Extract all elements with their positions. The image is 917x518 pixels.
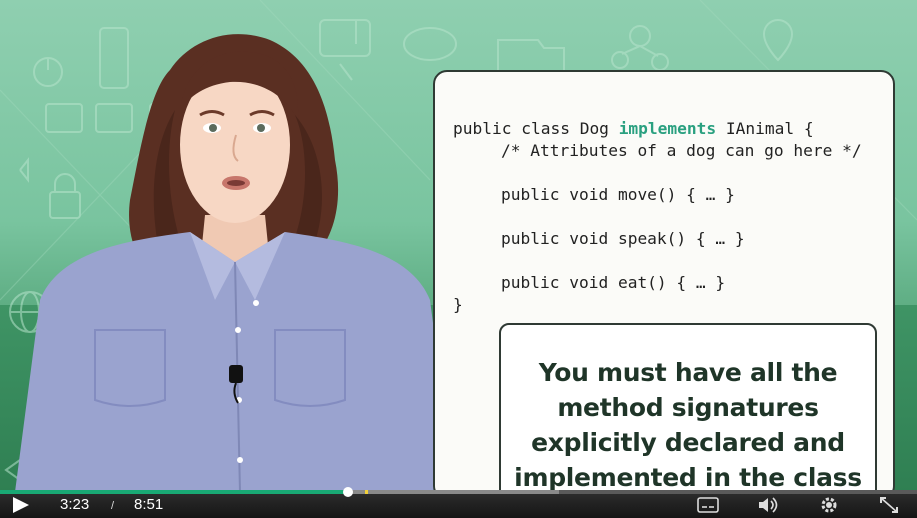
callout-line: You must have all the <box>538 358 838 387</box>
play-icon[interactable] <box>10 495 32 515</box>
callout-line: method signatures <box>557 393 819 422</box>
callout-text: You must have all the method signatures … <box>501 325 875 492</box>
code-text: /* Attributes of a dog can go here */ <box>501 141 862 160</box>
video-player[interactable]: public class Dog implements IAnimal {/* … <box>0 0 917 518</box>
code-text: public void eat() { … } <box>501 273 726 292</box>
code-line: public void move() { … } <box>453 184 862 206</box>
chapter-marker <box>364 490 368 494</box>
code-text: public void move() { … } <box>501 185 735 204</box>
code-line: public class Dog implements IAnimal { <box>453 118 862 140</box>
code-line: /* Attributes of a dog can go here */ <box>453 140 862 162</box>
video-frame[interactable]: public class Dog implements IAnimal {/* … <box>0 0 917 492</box>
volume-icon[interactable] <box>757 495 779 515</box>
current-time: 3:23 <box>60 496 90 513</box>
code-text: public void speak() { … } <box>501 229 745 248</box>
code-slide: public class Dog implements IAnimal {/* … <box>433 70 895 492</box>
code-text: } <box>453 295 463 314</box>
played-range <box>0 490 349 494</box>
code-text: public class Dog <box>453 119 619 138</box>
code-line: } <box>453 294 862 316</box>
captions-icon[interactable] <box>697 495 719 515</box>
fullscreen-icon[interactable] <box>878 495 900 515</box>
duration: 8:51 <box>134 496 164 513</box>
presenter <box>15 34 455 492</box>
code-keyword: implements <box>618 119 717 138</box>
seek-bar[interactable] <box>0 487 917 497</box>
callout-line: explicitly declared and <box>531 428 845 457</box>
settings-icon[interactable] <box>818 495 840 515</box>
code-block: public class Dog implements IAnimal {/* … <box>453 118 862 316</box>
time-separator: / <box>111 500 115 512</box>
code-line: public void eat() { … } <box>453 272 862 294</box>
callout-box: You must have all the method signatures … <box>499 323 877 492</box>
code-text: IAnimal { <box>716 119 814 138</box>
callout-line: implemented in the class <box>514 463 862 492</box>
code-line: public void speak() { … } <box>453 228 862 250</box>
